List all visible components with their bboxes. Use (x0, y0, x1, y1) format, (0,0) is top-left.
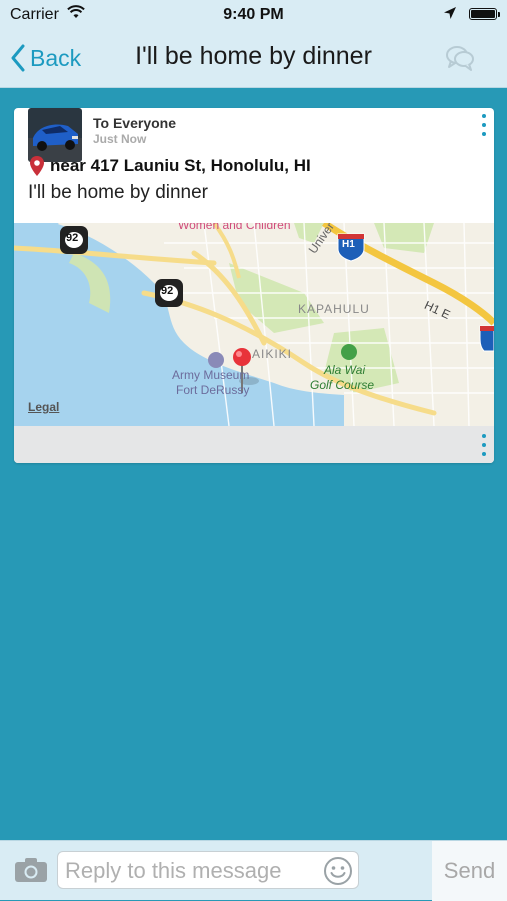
nav-bar: Back I'll be home by dinner (0, 30, 507, 88)
message-text: I'll be home by dinner (28, 182, 209, 203)
reply-field (57, 851, 359, 889)
page-title: I'll be home by dinner (135, 42, 372, 70)
post-timestamp: Just Now (93, 132, 147, 146)
reply-input[interactable] (63, 855, 322, 887)
map-graphic (14, 223, 494, 426)
camera-icon[interactable] (14, 857, 48, 883)
post-card: To Everyone Just Now near 417 Launiu St,… (14, 108, 494, 463)
map-view[interactable]: Women and Children Univer H1 92 92 KAPAH… (14, 223, 494, 426)
location-services-icon (444, 7, 456, 19)
card-footer (14, 426, 494, 463)
map-label-route-92-b: 92 (161, 285, 174, 297)
map-label-kapahulu: KAPAHULU (298, 302, 370, 316)
dot-icon (482, 114, 486, 118)
map-label-army-museum: Army Museum (172, 368, 250, 382)
audience-label: To Everyone (93, 115, 176, 131)
clock: 9:40 PM (223, 6, 284, 23)
dot-icon (482, 443, 486, 447)
avatar[interactable] (28, 108, 82, 162)
status-bar: Carrier 9:40 PM (0, 0, 507, 30)
dot-icon (482, 452, 486, 456)
dot-icon (482, 132, 486, 136)
map-label-h1-shield: H1 (342, 239, 355, 250)
location-text: near 417 Launiu St, Honolulu, HI (50, 156, 311, 175)
map-pin-icon (30, 156, 44, 176)
map-label-women-children: Women and Children (178, 223, 291, 232)
map-label-waikiki: AIKIKI (252, 347, 293, 361)
map-label-golf-course: Golf Course (310, 378, 375, 392)
chat-bubbles-icon[interactable] (445, 44, 475, 72)
post-menu-button[interactable] (480, 114, 488, 136)
post-location: near 417 Launiu St, Honolulu, HI (30, 156, 311, 176)
battery-icon (469, 8, 500, 20)
reply-bar: Send (0, 840, 507, 901)
card-footer-menu-button[interactable] (480, 434, 488, 456)
smiley-icon[interactable] (323, 856, 353, 886)
map-label-fort-derussy: Fort DeRussy (176, 383, 250, 397)
dot-icon (482, 434, 486, 438)
map-label-ala-wai: Ala Wai (324, 363, 366, 377)
map-legal-link[interactable]: Legal (28, 400, 59, 414)
map-label-route-92-a: 92 (66, 232, 79, 244)
send-button[interactable]: Send (432, 841, 507, 901)
dot-icon (482, 123, 486, 127)
